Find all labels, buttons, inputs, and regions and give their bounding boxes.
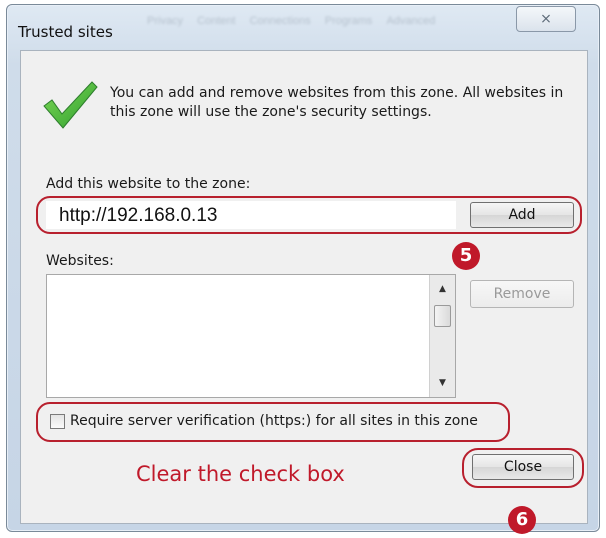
checkmark-icon — [43, 81, 98, 129]
step-badge-5: 5 — [452, 242, 480, 270]
zone-info-text: You can add and remove websites from thi… — [110, 85, 564, 120]
scroll-up-arrow-icon[interactable]: ▲ — [430, 279, 455, 299]
highlight-url-row — [36, 196, 582, 234]
step-badge-6: 6 — [508, 506, 536, 534]
window-title: Trusted sites — [18, 23, 113, 41]
scroll-down-arrow-icon[interactable]: ▼ — [430, 373, 455, 393]
background-tab: Programs — [324, 15, 373, 27]
background-tab: Content — [197, 15, 236, 27]
window-close-button[interactable]: ⨯ — [516, 6, 576, 32]
background-tab: Connections — [249, 15, 311, 27]
highlight-close-button — [462, 448, 584, 488]
instruction-annotation: Clear the check box — [136, 462, 345, 486]
websites-list[interactable]: ▲ ▼ — [46, 274, 456, 398]
close-icon: ⨯ — [540, 11, 552, 27]
background-tabs: Privacy Content Connections Programs Adv… — [147, 15, 567, 35]
websites-scrollbar[interactable]: ▲ ▼ — [429, 275, 455, 397]
scroll-thumb[interactable] — [434, 305, 451, 327]
add-website-label: Add this website to the zone: — [46, 176, 251, 192]
highlight-checkbox-row — [36, 402, 510, 442]
websites-label: Websites: — [46, 253, 114, 269]
background-tab: Privacy — [147, 15, 184, 27]
background-tab: Advanced — [386, 15, 436, 27]
remove-button[interactable]: Remove — [470, 280, 574, 308]
